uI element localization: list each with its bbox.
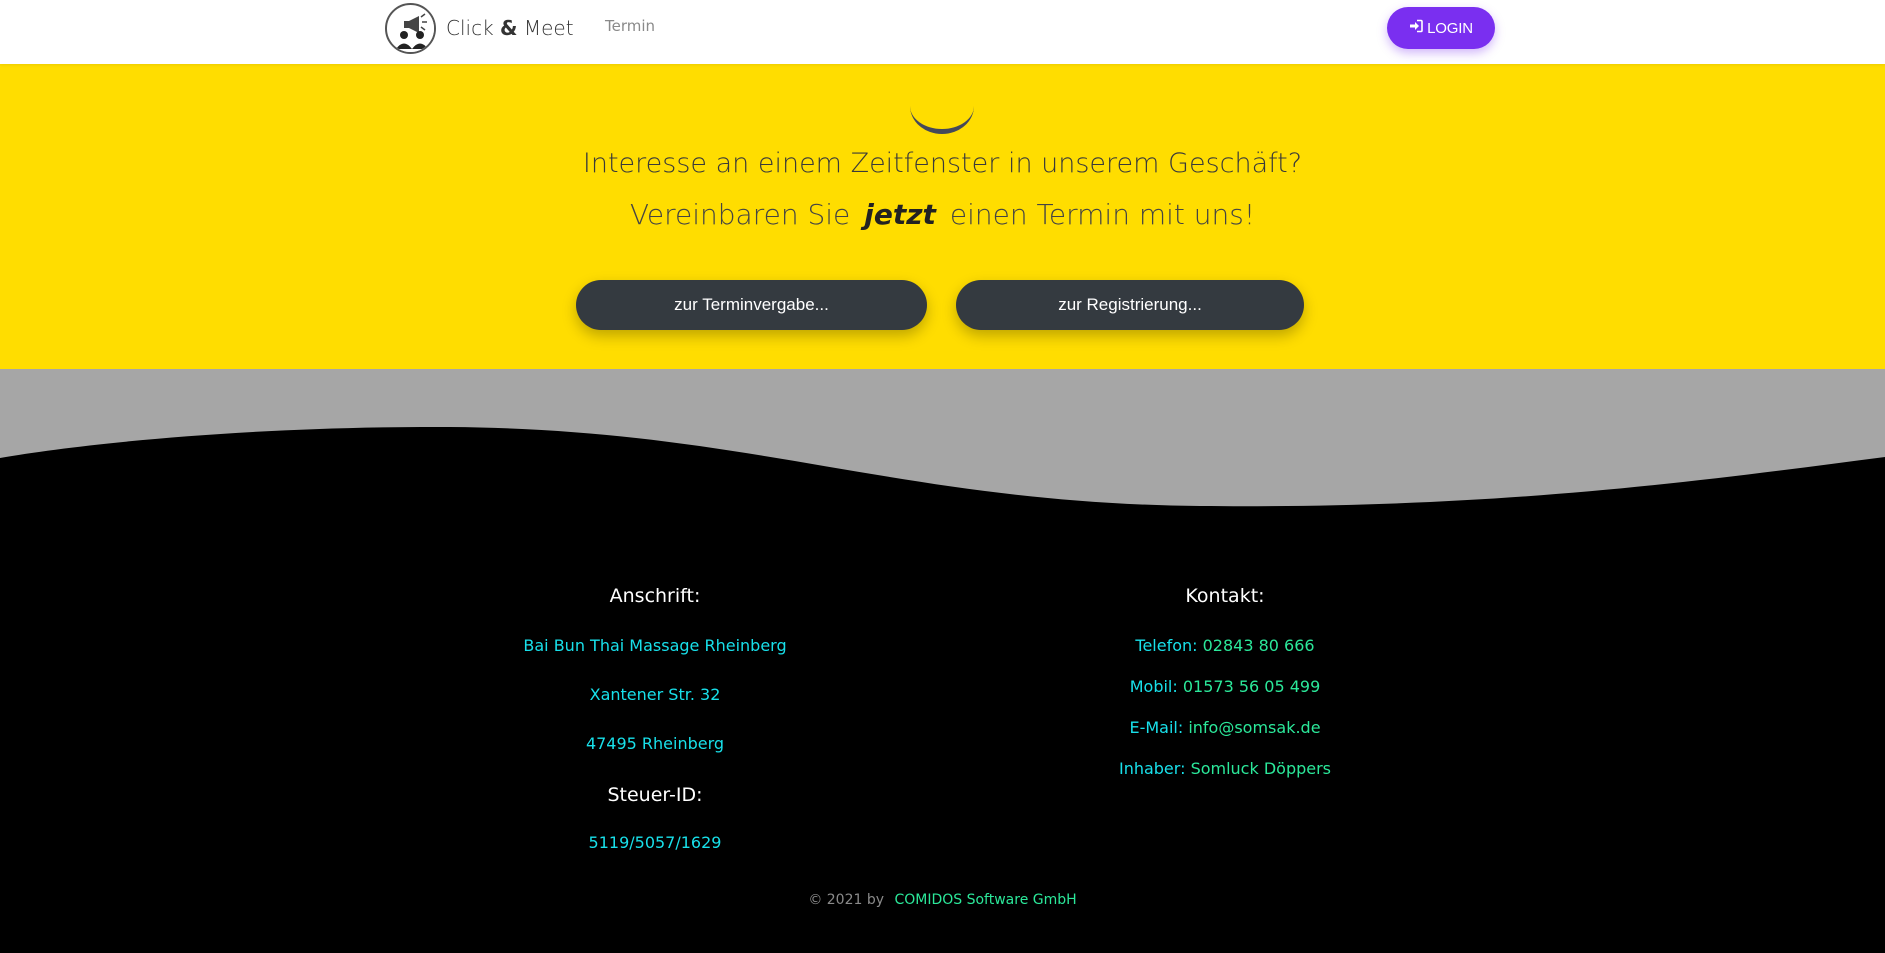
brand-name-meet: Meet <box>523 16 574 40</box>
contact-heading: Kontakt: <box>1185 585 1265 607</box>
phone-link[interactable]: 02843 80 666 <box>1203 636 1315 655</box>
email-link[interactable]: info@somsak.de <box>1188 718 1320 737</box>
sign-in-icon <box>1409 19 1423 37</box>
company-link[interactable]: COMIDOS Software GmbH <box>894 892 1076 908</box>
copyright-text: © 2021 by <box>808 892 885 908</box>
hero-section: Interesse an einem Zeitfenster in unsere… <box>0 64 1885 370</box>
hero-subtitle-pre: Vereinbaren Sie <box>629 198 851 231</box>
brand-name-click: Click <box>446 16 494 40</box>
owner-label: Inhaber: <box>1118 759 1186 778</box>
hero-subtitle-post: einen Termin mit uns! <box>949 198 1256 231</box>
address-heading: Anschrift: <box>609 585 701 607</box>
hero-subtitle: Vereinbaren Sie jetzt einen Termin mit uns… <box>0 198 1885 231</box>
hero-subtitle-emphasis: jetzt <box>864 198 936 231</box>
mobile-label: Mobil: <box>1129 677 1178 696</box>
hero-title: Interesse an einem Zeitfenster in unsere… <box>582 148 1303 179</box>
owner-name: Somluck Döppers <box>1190 759 1332 778</box>
mobile-link[interactable]: 01573 56 05 499 <box>1183 677 1320 696</box>
contact-email: E-Mail: info@somsak.de <box>1075 717 1375 739</box>
footer-contact-column: Kontakt: Telefon: 02843 80 666 Mobil: 01… <box>1075 583 1375 799</box>
footer-address-column: Anschrift: Bai Bun Thai Massage Rheinber… <box>500 583 810 881</box>
hero-image-edge <box>910 106 974 134</box>
address-line-business: Bai Bun Thai Massage Rheinberg <box>523 636 787 655</box>
contact-mobile: Mobil: 01573 56 05 499 <box>1075 676 1375 698</box>
brand-home-link[interactable]: Click & Meet <box>385 2 574 54</box>
contact-phone: Telefon: 02843 80 666 <box>1075 635 1375 657</box>
register-button[interactable]: zur Registrierung... <box>956 280 1304 330</box>
phone-label: Telefon: <box>1135 636 1198 655</box>
contact-owner: Inhaber: Somluck Döppers <box>1075 758 1375 780</box>
appointment-button[interactable]: zur Terminvergabe... <box>576 280 927 330</box>
nav-link-termin[interactable]: Termin <box>605 17 655 35</box>
brand-logo-icon <box>385 2 436 54</box>
brand-name: Click & Meet <box>446 16 574 40</box>
address-line-street: Xantener Str. 32 <box>589 685 721 704</box>
top-navbar: Click & Meet Termin LOGIN <box>0 0 1885 64</box>
copyright-line: © 2021 by COMIDOS Software GmbH <box>0 892 1885 908</box>
brand-name-amp: & <box>500 16 518 40</box>
login-label: LOGIN <box>1427 19 1473 37</box>
tax-id-heading: Steuer-ID: <box>607 784 703 806</box>
wave-divider <box>0 369 1885 519</box>
address-line-city: 47495 Rheinberg <box>585 734 725 753</box>
email-label: E-Mail: <box>1129 718 1184 737</box>
tax-id-value: 5119/5057/1629 <box>588 833 722 852</box>
login-button[interactable]: LOGIN <box>1387 7 1495 49</box>
